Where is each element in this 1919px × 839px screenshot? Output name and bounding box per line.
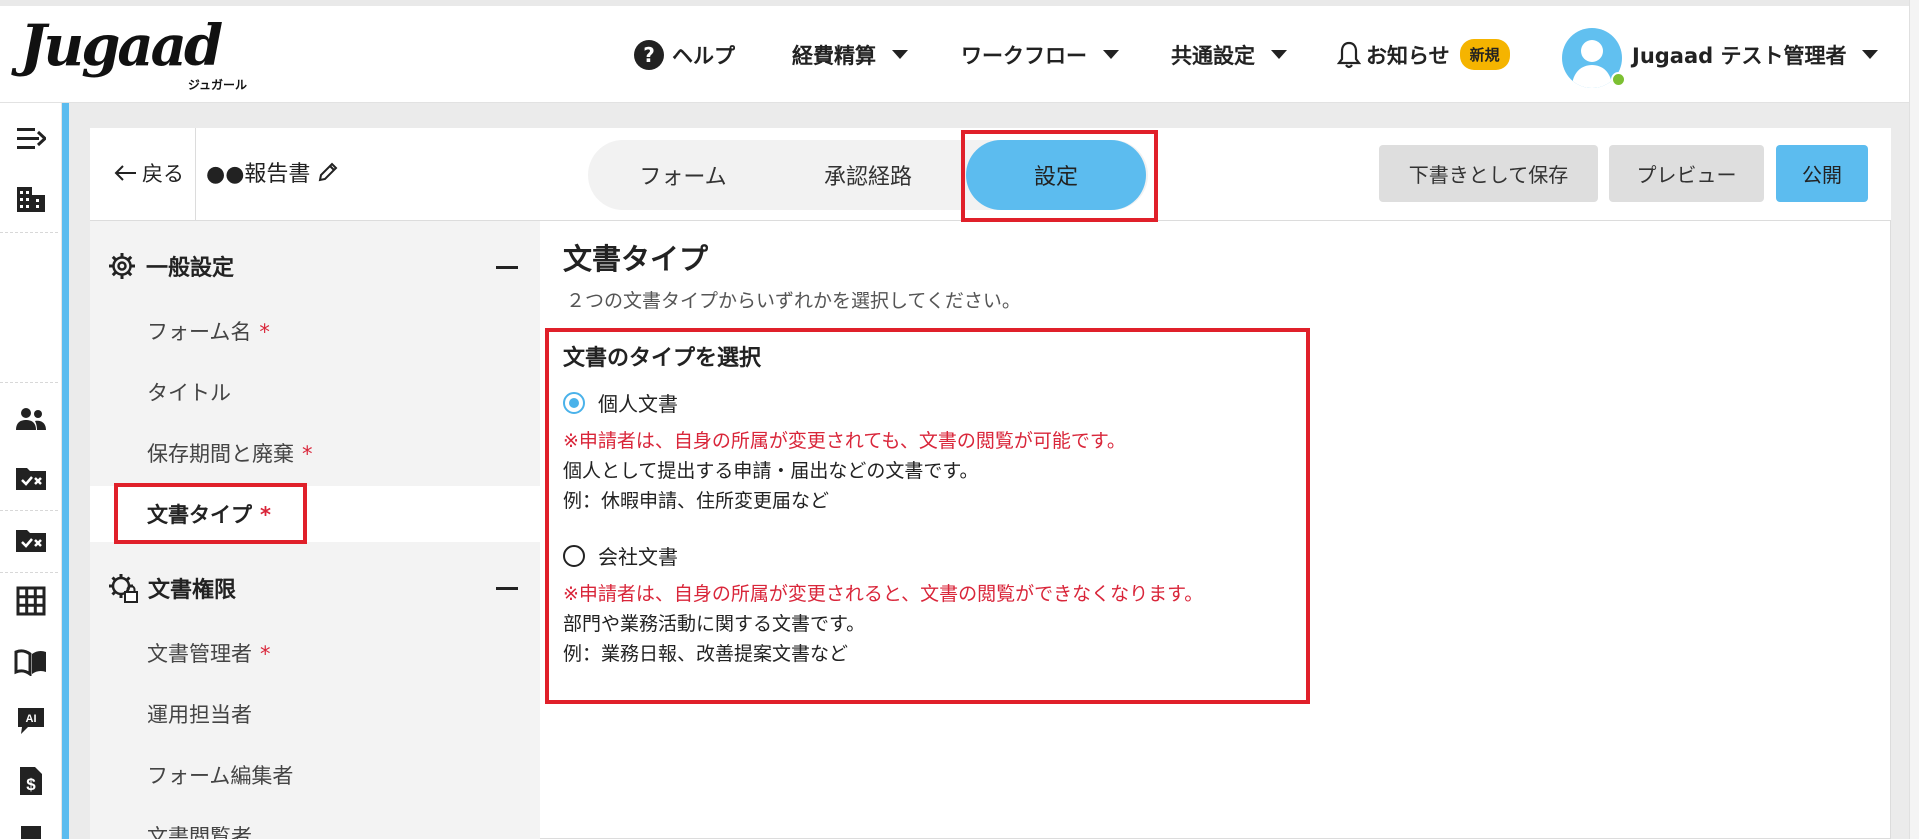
rail-divider — [0, 510, 58, 511]
svg-text:AI: AI — [26, 713, 37, 725]
tab-approval-route[interactable]: 承認経路 — [778, 140, 958, 210]
gear-icon — [109, 253, 135, 279]
required-mark: * — [259, 320, 270, 344]
rail-divider — [0, 572, 58, 573]
svg-text:$: $ — [26, 775, 36, 794]
rail-accent-bar — [62, 103, 69, 839]
option-personal-warning: ※申請者は、自身の所属が変更されても、文書の閲覧が可能です。 — [563, 430, 1126, 452]
back-button[interactable]: 戻る — [114, 158, 184, 188]
nav-common-settings-label: 共通設定 — [1171, 43, 1255, 68]
sidebar-item-label: 文書タイプ — [147, 503, 252, 527]
grid-icon[interactable] — [14, 584, 48, 618]
sidebar-item-label: タイトル — [147, 381, 231, 405]
chevron-down-icon — [892, 50, 908, 59]
chevron-down-icon — [1103, 50, 1119, 59]
window-scrollbar[interactable] — [1909, 0, 1919, 839]
section-document-permissions[interactable]: 文書権限 — [108, 572, 236, 604]
help-label: ヘルプ — [672, 43, 735, 68]
sidebar-item-label: フォーム編集者 — [147, 764, 294, 788]
nav-expense[interactable]: 経費精算 — [792, 6, 908, 103]
sidebar-item-label: 運用担当者 — [147, 703, 252, 727]
page-title: 文書タイプ — [563, 242, 709, 276]
option-company-description: 部門や業務活動に関する文書です。 — [563, 613, 866, 635]
book-icon[interactable] — [14, 645, 48, 679]
nav-workflow[interactable]: ワークフロー — [961, 6, 1119, 103]
sidebar-item-label: フォーム名 — [147, 320, 252, 344]
bell-icon — [1336, 41, 1362, 68]
back-label: 戻る — [142, 162, 184, 186]
select-type-label: 文書のタイプを選択 — [563, 346, 762, 371]
section-general-settings-label: 一般設定 — [146, 256, 235, 281]
radio-company-document[interactable] — [563, 545, 585, 567]
sidebar-item-title[interactable]: タイトル — [147, 377, 231, 407]
chevron-down-icon — [1862, 50, 1879, 59]
document-icon[interactable] — [14, 822, 48, 839]
app-header: Jugaad ジュガール ? ヘルプ 経費精算 ワークフロー 共通設定 お知らせ… — [0, 6, 1919, 103]
building-icon[interactable] — [14, 182, 48, 216]
jugaad-logo[interactable]: Jugaad ジュガール — [20, 16, 255, 92]
approval-folder-icon[interactable] — [14, 523, 48, 557]
sidebar-item-retention[interactable]: 保存期間と廃棄 * — [147, 438, 313, 468]
help-link[interactable]: ? ヘルプ — [634, 6, 735, 103]
help-icon: ? — [634, 39, 664, 70]
document-title-text: ●●報告書 — [206, 162, 311, 187]
nav-workflow-label: ワークフロー — [961, 43, 1087, 68]
nav-expense-label: 経費精算 — [792, 43, 876, 68]
document-title[interactable]: ●●報告書 — [206, 156, 340, 188]
nav-notifications[interactable]: お知らせ 新規 — [1336, 6, 1510, 103]
sidebar-item-document-manager[interactable]: 文書管理者 * — [147, 638, 271, 668]
sidebar-item-document-type[interactable]: 文書タイプ * — [147, 499, 271, 529]
user-menu[interactable]: Jugaad テスト管理者 — [1632, 6, 1879, 103]
chevron-down-icon — [1271, 50, 1287, 59]
save-draft-button[interactable]: 下書きとして保存 — [1379, 145, 1598, 202]
expense-document-icon[interactable]: $ — [14, 764, 48, 798]
pencil-icon[interactable] — [316, 160, 340, 184]
option-personal-label[interactable]: 個人文書 — [598, 388, 678, 417]
arrow-left-icon — [114, 165, 136, 181]
collapse-minus-icon[interactable] — [496, 266, 518, 269]
sidebar-item-label: 保存期間と廃棄 — [147, 442, 294, 466]
tab-settings[interactable]: 設定 — [966, 140, 1146, 210]
user-name: Jugaad テスト管理者 — [1632, 43, 1847, 68]
sidebar-item-document-viewer[interactable]: 文書閲覧者 — [147, 821, 252, 839]
sidebar-item-label: 文書管理者 — [147, 642, 252, 666]
online-status-dot — [1611, 72, 1626, 87]
users-icon[interactable] — [14, 402, 48, 436]
page-description: ２つの文書タイプからいずれかを選択してください。 — [566, 290, 1021, 312]
sidebar-item-form-name[interactable]: フォーム名 * — [147, 316, 270, 346]
option-personal-description: 個人として提出する申請・届出などの文書です。 — [563, 460, 979, 482]
approval-folder-icon[interactable] — [14, 461, 48, 495]
gear-lock-icon — [109, 574, 138, 603]
section-general-settings[interactable]: 一般設定 — [108, 250, 234, 282]
radio-personal-document[interactable] — [563, 392, 585, 414]
collapse-minus-icon[interactable] — [496, 587, 518, 590]
logo-text: Jugaad — [20, 13, 223, 79]
rail-divider — [0, 382, 58, 383]
required-mark: * — [260, 642, 271, 666]
required-mark: * — [260, 503, 271, 527]
logo-subtext: ジュガール — [187, 78, 247, 92]
new-badge: 新規 — [1459, 39, 1510, 70]
option-company-warning: ※申請者は、自身の所属が変更されると、文書の閲覧ができなくなります。 — [563, 583, 1204, 605]
option-company-example: 例：業務日報、改善提案文書など — [563, 643, 849, 665]
preview-button[interactable]: プレビュー — [1609, 145, 1764, 202]
publish-button[interactable]: 公開 — [1776, 145, 1868, 202]
notifications-label: お知らせ — [1366, 43, 1450, 68]
collapse-menu-icon[interactable] — [14, 122, 48, 156]
tab-form[interactable]: フォーム — [588, 140, 778, 210]
toolbar-divider — [195, 128, 196, 221]
rail-divider — [0, 232, 58, 233]
sidebar-item-operator[interactable]: 運用担当者 — [147, 699, 252, 729]
required-mark: * — [302, 442, 313, 466]
sidebar-item-label: 文書閲覧者 — [147, 825, 252, 839]
ai-chat-icon[interactable]: AI — [14, 704, 48, 738]
section-document-permissions-label: 文書権限 — [148, 578, 237, 603]
option-personal-example: 例：休暇申請、住所変更届など — [563, 490, 830, 512]
sidebar-item-form-editor[interactable]: フォーム編集者 — [147, 760, 293, 790]
option-company-label[interactable]: 会社文書 — [598, 541, 678, 570]
nav-common-settings[interactable]: 共通設定 — [1171, 6, 1287, 103]
